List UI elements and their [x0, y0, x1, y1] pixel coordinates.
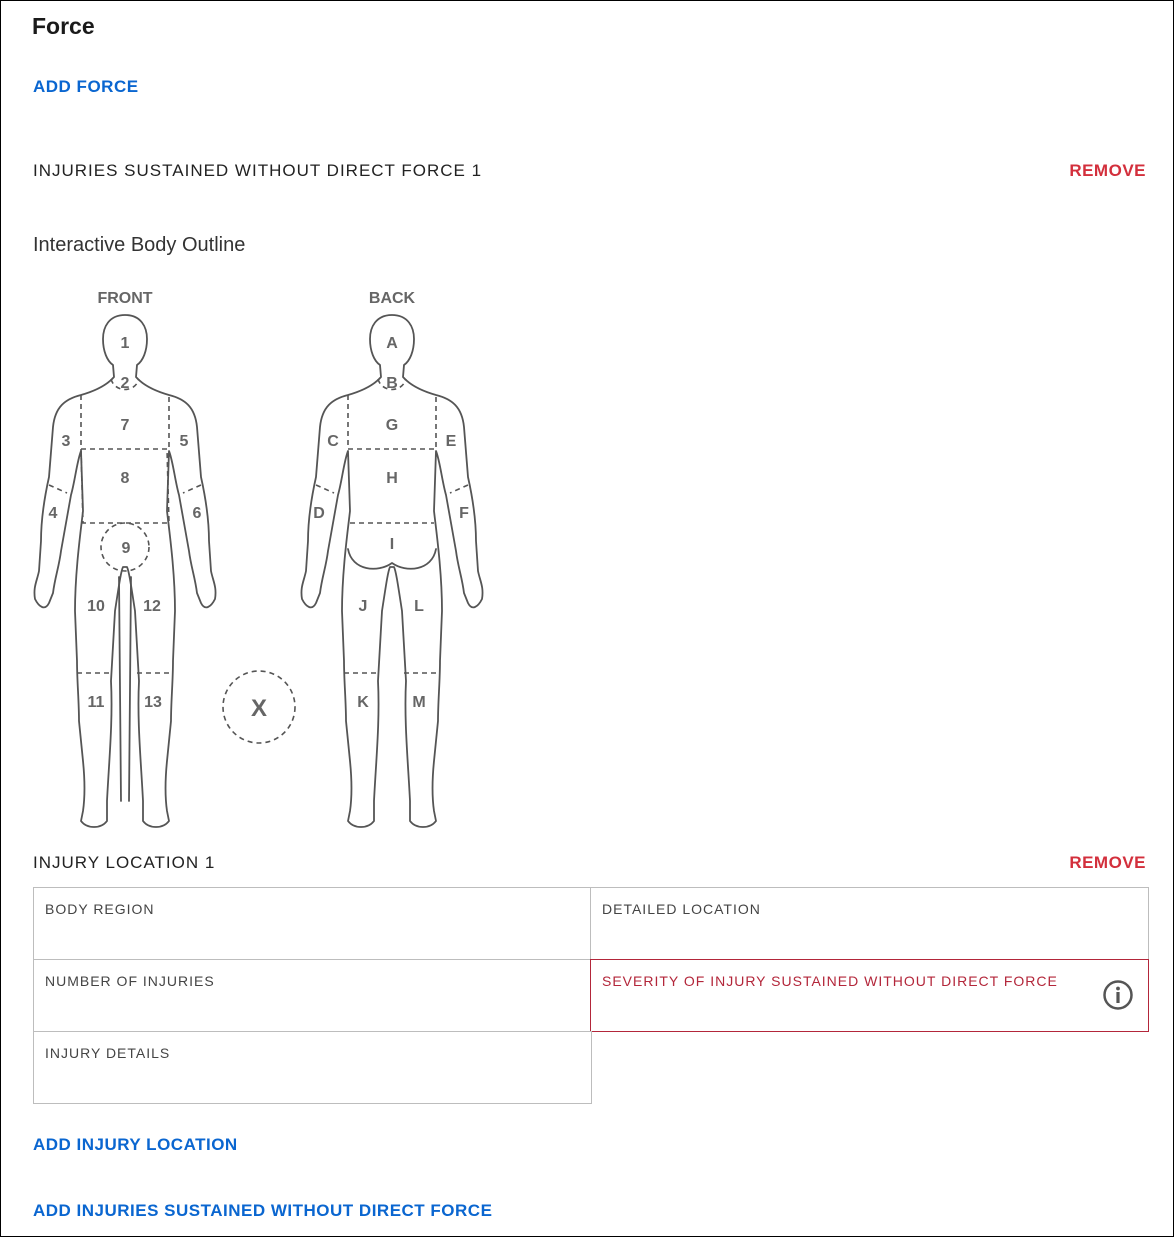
injury-details-label: INJURY DETAILS [45, 1045, 171, 1061]
add-force-link[interactable]: ADD FORCE [33, 77, 139, 97]
injury-group-title: INJURIES SUSTAINED WITHOUT DIRECT FORCE … [33, 161, 483, 180]
other-region-x[interactable]: X [251, 695, 267, 722]
injury-details-field[interactable]: INJURY DETAILS [33, 1031, 592, 1104]
number-of-injuries-field[interactable]: NUMBER OF INJURIES [33, 959, 592, 1032]
body-region-label: BODY REGION [45, 901, 155, 917]
back-region-l[interactable]: L [414, 598, 424, 615]
front-label: FRONT [97, 290, 152, 307]
front-region-3[interactable]: 3 [62, 433, 71, 450]
back-region-k[interactable]: K [357, 694, 369, 711]
back-region-h[interactable]: H [386, 470, 398, 487]
back-region-e[interactable]: E [446, 433, 457, 450]
number-of-injuries-label: NUMBER OF INJURIES [45, 973, 215, 989]
back-region-m[interactable]: M [412, 694, 425, 711]
back-region-c[interactable]: C [327, 433, 339, 450]
severity-label: SEVERITY OF INJURY SUSTAINED WITHOUT DIR… [602, 973, 1058, 989]
add-injuries-sustained-link[interactable]: ADD INJURIES SUSTAINED WITHOUT DIRECT FO… [33, 1201, 492, 1221]
detailed-location-field[interactable]: DETAILED LOCATION [590, 887, 1149, 960]
severity-field[interactable]: SEVERITY OF INJURY SUSTAINED WITHOUT DIR… [590, 959, 1149, 1032]
front-region-10[interactable]: 10 [87, 598, 105, 615]
section-title: Force [32, 13, 95, 39]
back-region-d[interactable]: D [313, 505, 325, 522]
body-outline-title: Interactive Body Outline [33, 234, 246, 256]
front-region-9[interactable]: 9 [122, 540, 131, 557]
front-region-7[interactable]: 7 [121, 417, 130, 434]
front-region-11[interactable]: 11 [88, 694, 105, 711]
front-region-8[interactable]: 8 [121, 470, 130, 487]
back-region-j[interactable]: J [359, 598, 368, 615]
injury-location-form: BODY REGION DETAILED LOCATION NUMBER OF … [33, 887, 1149, 1104]
injury-location-title: INJURY LOCATION 1 [33, 853, 216, 872]
force-panel: Force ADD FORCE INJURIES SUSTAINED WITHO… [0, 0, 1174, 1237]
back-region-b[interactable]: B [386, 375, 398, 392]
back-region-a[interactable]: A [386, 335, 398, 352]
front-region-1[interactable]: 1 [121, 335, 130, 352]
remove-injury-group-button[interactable]: REMOVE [1069, 161, 1146, 181]
front-region-13[interactable]: 13 [144, 694, 162, 711]
front-region-6[interactable]: 6 [193, 505, 202, 522]
interactive-body-outline: FRONT BACK 1 2 3 4 5 6 7 8 9 10 11 12 13… [31, 281, 491, 841]
remove-injury-location-button[interactable]: REMOVE [1069, 853, 1146, 873]
front-region-5[interactable]: 5 [180, 433, 189, 450]
body-region-field[interactable]: BODY REGION [33, 887, 592, 960]
detailed-location-label: DETAILED LOCATION [602, 901, 761, 917]
info-icon[interactable] [1102, 979, 1134, 1011]
back-region-i[interactable]: I [390, 536, 394, 553]
front-region-4[interactable]: 4 [49, 505, 58, 522]
back-label: BACK [369, 290, 416, 307]
back-region-f[interactable]: F [459, 505, 469, 522]
back-region-g[interactable]: G [386, 417, 398, 434]
add-injury-location-link[interactable]: ADD INJURY LOCATION [33, 1135, 238, 1155]
front-region-12[interactable]: 12 [143, 598, 161, 615]
front-region-2[interactable]: 2 [121, 375, 130, 392]
